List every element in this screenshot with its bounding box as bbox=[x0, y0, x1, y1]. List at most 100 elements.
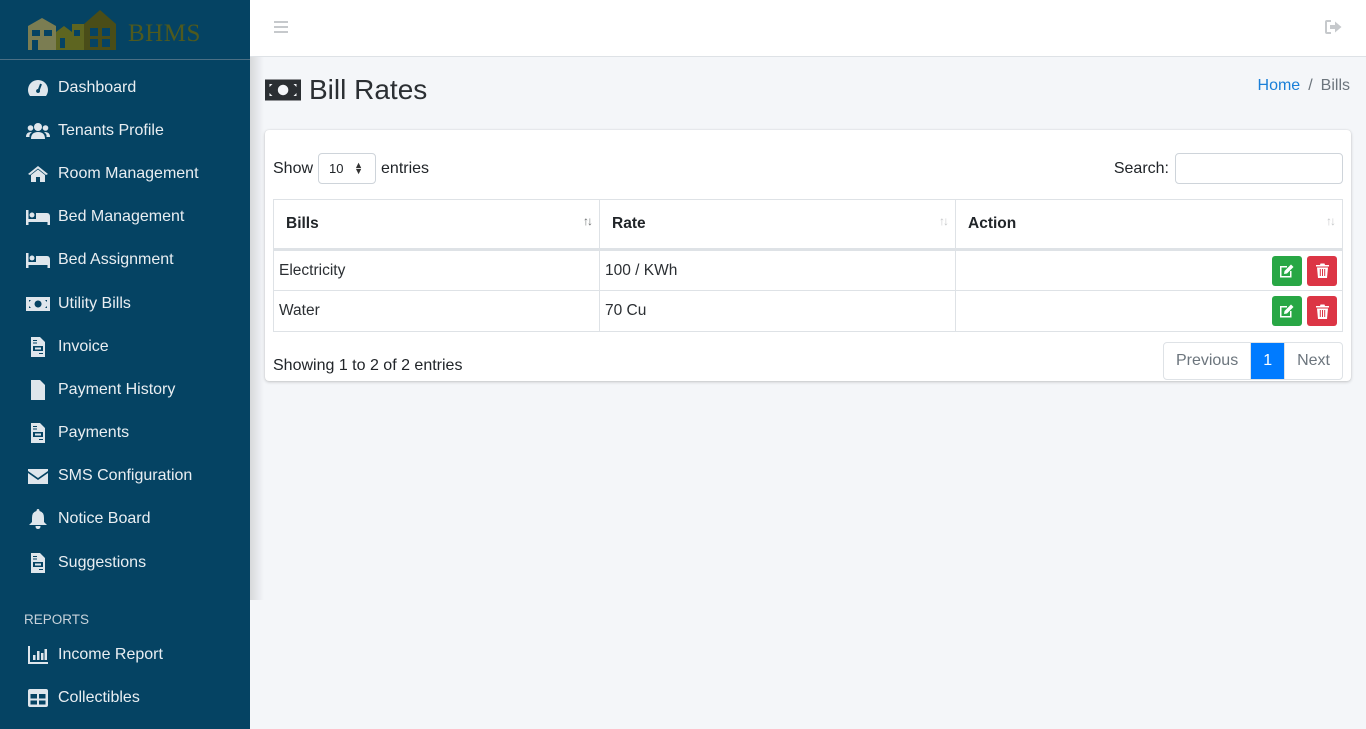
pagination: Previous 1 Next bbox=[1162, 342, 1343, 380]
delete-button[interactable] bbox=[1307, 296, 1337, 326]
reports-header: REPORTS bbox=[24, 611, 90, 627]
money-bill-icon bbox=[265, 79, 301, 101]
sidebar-item-label: Payments bbox=[58, 424, 130, 442]
breadcrumb-home-link[interactable]: Home bbox=[1258, 77, 1301, 95]
bell-icon bbox=[26, 509, 50, 530]
sidebar-item-collectibles[interactable]: Collectibles bbox=[0, 676, 250, 719]
action-cell bbox=[955, 249, 1343, 291]
page-title-text: Bill Rates bbox=[309, 74, 428, 105]
main-content: Bill Rates Home / Bills Show 10 ▲ ▼ entri… bbox=[250, 57, 1366, 381]
edit-button[interactable] bbox=[1271, 255, 1302, 286]
table-icon bbox=[26, 688, 50, 708]
bed-icon bbox=[26, 250, 50, 270]
search-control: Search: bbox=[1114, 153, 1343, 184]
edit-button[interactable] bbox=[1271, 296, 1302, 326]
sidebar-item-income-report[interactable]: Income Report bbox=[0, 633, 250, 676]
sidebar: BHMS Dashboard Tenants Profile Room Mana… bbox=[0, 0, 250, 729]
search-label: Search: bbox=[1113, 159, 1169, 177]
envelope-icon bbox=[26, 466, 50, 486]
show-label: Show bbox=[273, 159, 314, 177]
table-row: Water 70 Cu bbox=[273, 290, 1343, 332]
file-invoice-icon bbox=[26, 423, 50, 444]
chart-bar-icon bbox=[26, 645, 50, 665]
page-length-control: Show 10 ▲ ▼ entries bbox=[273, 153, 429, 184]
edit-icon bbox=[1280, 304, 1294, 318]
file-invoice-icon bbox=[26, 552, 50, 573]
sidebar-item-label: Invoice bbox=[58, 337, 109, 355]
page-title: Bill Rates bbox=[265, 74, 427, 106]
sidebar-item-label: Income Report bbox=[58, 645, 163, 663]
previous-page-button[interactable]: Previous bbox=[1164, 343, 1250, 379]
brand-name: BHMS bbox=[128, 20, 201, 47]
sidebar-item-sms-configuration[interactable]: SMS Configuration bbox=[0, 455, 250, 498]
file-icon bbox=[26, 379, 50, 400]
sidebar-item-bed-management[interactable]: Bed Management bbox=[0, 196, 250, 239]
edit-icon bbox=[1280, 264, 1294, 277]
sidebar-nav: Dashboard Tenants Profile Room Managemen… bbox=[0, 60, 250, 584]
bill-name-cell: Electricity bbox=[273, 249, 600, 291]
sidebar-item-label: Bed Assignment bbox=[58, 251, 174, 269]
sidebar-item-label: Suggestions bbox=[58, 553, 147, 571]
sidebar-item-label: Bed Management bbox=[58, 208, 185, 226]
table-header-row: Bills ↑↓ Rate ↑↓ Action ↑↓ bbox=[273, 199, 1343, 251]
breadcrumb-separator: / bbox=[1308, 77, 1313, 94]
sidebar-item-bed-assignment[interactable]: Bed Assignment bbox=[0, 239, 250, 282]
tachometer-icon bbox=[26, 78, 50, 98]
sidebar-item-label: Payment History bbox=[58, 380, 176, 398]
breadcrumb-current: Bills bbox=[1320, 77, 1350, 94]
sidebar-item-payment-history[interactable]: Payment History bbox=[0, 368, 250, 411]
sidebar-item-label: Utility Bills bbox=[58, 294, 131, 312]
rate-cell: 70 Cu bbox=[599, 290, 956, 332]
delete-button[interactable] bbox=[1307, 255, 1337, 286]
page-header: Bill Rates Home / Bills bbox=[250, 57, 1366, 129]
sidebar-item-invoice[interactable]: Invoice bbox=[0, 325, 250, 368]
page-length-select[interactable]: 10 ▲ ▼ bbox=[318, 153, 377, 184]
file-invoice-icon bbox=[26, 336, 50, 357]
top-navbar bbox=[250, 0, 1366, 57]
action-cell bbox=[955, 290, 1343, 332]
column-header-action[interactable]: Action ↑↓ bbox=[955, 199, 1343, 251]
sidebar-item-label: SMS Configuration bbox=[58, 467, 193, 485]
column-header-rate[interactable]: Rate ↑↓ bbox=[599, 199, 956, 251]
reports-nav: Income Report Collectibles bbox=[0, 633, 250, 719]
search-input[interactable] bbox=[1175, 153, 1343, 184]
sidebar-item-tenants-profile[interactable]: Tenants Profile bbox=[0, 109, 250, 152]
select-arrows-icon: ▲ ▼ bbox=[354, 160, 364, 176]
table-row: Electricity 100 / KWh bbox=[273, 249, 1343, 291]
sort-icon: ↑↓ bbox=[583, 214, 593, 228]
page-1-button[interactable]: 1 bbox=[1250, 343, 1286, 379]
sidebar-item-label: Collectibles bbox=[58, 689, 140, 707]
sign-out-icon[interactable] bbox=[1325, 20, 1342, 38]
table-info: Showing 1 to 2 of 2 entries bbox=[273, 357, 463, 374]
bill-name-cell: Water bbox=[273, 290, 600, 332]
bill-rates-card: Show 10 ▲ ▼ entries Search: Bills ↑↓ Rate bbox=[265, 130, 1351, 381]
bill-rates-table: Bills ↑↓ Rate ↑↓ Action ↑↓ Electricity 1… bbox=[273, 199, 1343, 332]
trash-icon bbox=[1315, 263, 1329, 278]
sort-icon: ↑↓ bbox=[939, 214, 949, 228]
sidebar-item-label: Room Management bbox=[58, 164, 199, 182]
sidebar-item-label: Notice Board bbox=[58, 510, 151, 528]
page-length-value: 10 bbox=[329, 161, 344, 176]
column-header-bills[interactable]: Bills ↑↓ bbox=[273, 199, 600, 251]
entries-label: entries bbox=[381, 159, 430, 177]
money-bill-icon bbox=[26, 294, 50, 314]
sidebar-item-payments[interactable]: Payments bbox=[0, 412, 250, 455]
sidebar-item-suggestions[interactable]: Suggestions bbox=[0, 541, 250, 584]
users-icon bbox=[26, 121, 50, 141]
next-page-button[interactable]: Next bbox=[1285, 343, 1342, 379]
sidebar-item-utility-bills[interactable]: Utility Bills bbox=[0, 282, 250, 325]
rate-cell: 100 / KWh bbox=[599, 249, 956, 291]
sidebar-item-dashboard[interactable]: Dashboard bbox=[0, 66, 250, 109]
sidebar-item-label: Tenants Profile bbox=[58, 121, 164, 139]
trash-icon bbox=[1315, 304, 1329, 319]
sidebar-item-room-management[interactable]: Room Management bbox=[0, 152, 250, 195]
bars-icon[interactable] bbox=[274, 21, 288, 35]
brand-logo[interactable]: BHMS bbox=[0, 0, 250, 60]
sidebar-item-label: Dashboard bbox=[58, 78, 137, 96]
home-icon bbox=[26, 164, 50, 184]
bed-icon bbox=[26, 207, 50, 227]
sidebar-item-notice-board[interactable]: Notice Board bbox=[0, 498, 250, 541]
houses-logo-icon bbox=[28, 10, 116, 50]
breadcrumb: Home / Bills bbox=[1258, 77, 1350, 95]
sort-icon: ↑↓ bbox=[1326, 214, 1336, 228]
